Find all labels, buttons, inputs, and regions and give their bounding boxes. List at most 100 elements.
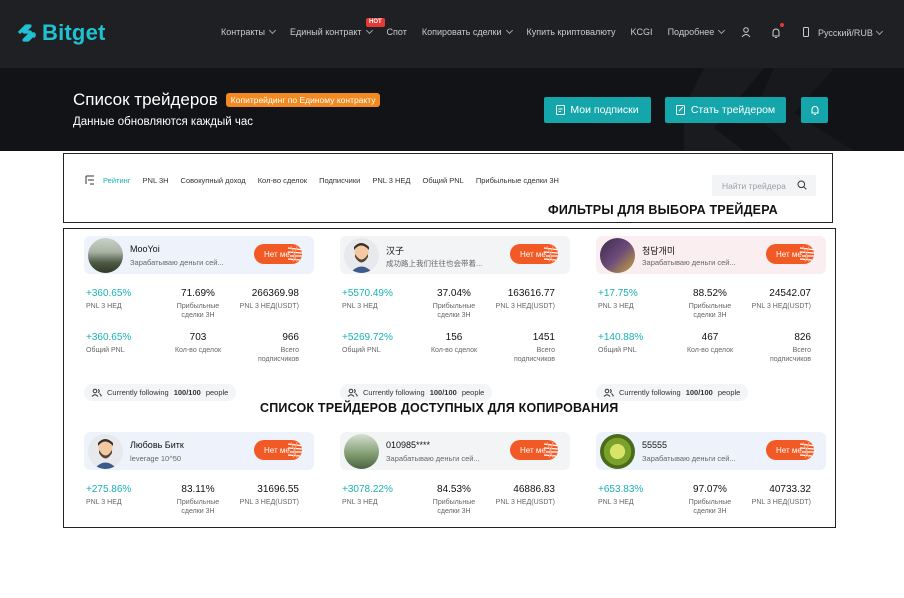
menu-label: Единый контракт — [289, 27, 362, 37]
menu-kcgi[interactable]: KCGI — [631, 27, 653, 37]
menu-label: KCGI — [630, 27, 653, 37]
mobile-icon[interactable] — [800, 26, 812, 38]
trader-card[interactable]: 010985**** Зарабатываю деньги сей... Нет… — [340, 432, 570, 598]
button-label: Нет ме — [264, 445, 290, 455]
stat-total-subscribers: 826 Всего подписчиков — [756, 332, 811, 364]
become-trader-button[interactable]: Стать трейдером — [665, 97, 786, 123]
avatar[interactable] — [88, 434, 123, 469]
copy-button-no-slots[interactable]: Нет ме — [510, 244, 558, 264]
stat-label: Всего подписчиков — [769, 347, 811, 363]
stat-pnl-3w: +275.86% PNL 3 НЕД — [86, 484, 131, 507]
logo-text: Bitget — [42, 20, 106, 45]
copy-button-no-slots[interactable]: Нет ме — [254, 244, 302, 264]
menu-spot[interactable]: Спот — [387, 27, 407, 37]
stat-value: 84.53% — [437, 484, 471, 495]
trader-card-header: 55555 Зарабатываю деньги сей... Нет ме — [596, 432, 826, 470]
stat-value: 1451 — [532, 332, 555, 343]
stat-value: 97.07% — [693, 484, 727, 495]
copy-button-no-slots[interactable]: Нет ме — [510, 440, 558, 460]
stat-profitable-trades: 83.11% Прибыльные сделки 3Н — [168, 484, 228, 516]
bell-icon[interactable] — [770, 23, 784, 38]
stat-value: 163616.77 — [507, 288, 555, 299]
tab-profitable-trades[interactable]: Прибыльные сделки 3Н — [476, 176, 559, 185]
chevron-down-icon — [268, 26, 277, 35]
avatar[interactable] — [344, 238, 379, 273]
follow-text: people — [461, 388, 485, 397]
trader-name[interactable]: 55555 — [642, 440, 667, 450]
chevron-down-icon — [718, 26, 726, 35]
stat-profitable-trades: 71.69% Прибыльные сделки 3Н — [168, 288, 228, 320]
menu-copy-trading[interactable]: Копировать сделки — [421, 26, 513, 37]
stat-label: PNL 3 НЕД — [342, 303, 378, 310]
stat-value: +360.65% — [86, 332, 132, 343]
avatar[interactable] — [600, 434, 635, 469]
hero-banner: Список трейдеров Копитрейдинг по Единому… — [0, 68, 904, 151]
menu-buy-crypto[interactable]: Купить криптовалюту — [527, 27, 616, 37]
stat-label: Кол-во сделок — [174, 347, 222, 354]
trader-card[interactable]: 汉子 成功路上我们往往也会带着... Нет ме +5570.49% PNL 3… — [340, 236, 570, 402]
stat-value: +360.65% — [86, 288, 132, 299]
copy-button-no-slots[interactable]: Нет ме — [254, 440, 302, 460]
stat-value: 71.69% — [181, 288, 215, 299]
stat-pnl-3w: +360.65% PNL 3 НЕД — [86, 288, 131, 311]
trader-card[interactable]: MooYoi Зарабатываю деньги сей... Нет ме … — [84, 236, 314, 402]
tab-total-pnl[interactable]: Общий PNL — [422, 176, 463, 185]
main-menu: Контракты Единый контракт HOT Спот Копиро… — [221, 18, 739, 37]
follow-count: 100/100 — [429, 388, 457, 397]
trader-card-header: MooYoi Зарабатываю деньги сей... Нет ме — [84, 236, 314, 274]
avatar[interactable] — [344, 434, 379, 469]
stat-label: Всего подписчиков — [257, 347, 299, 363]
fire-icon — [800, 442, 814, 458]
menu-more[interactable]: Подробнее — [668, 26, 726, 37]
language-selector[interactable]: Русский/RUB — [818, 27, 883, 38]
stat-trades-count: 467 Кол-во сделок — [680, 332, 740, 355]
user-icon[interactable] — [740, 26, 752, 38]
menu-unified-contract[interactable]: Единый контракт HOT — [289, 18, 385, 37]
stat-pnl-3w: +17.75% PNL 3 НЕД — [598, 288, 638, 311]
tab-pnl-3w[interactable]: PNL 3 НЕД — [372, 176, 410, 185]
tab-pnl-3d[interactable]: PNL 3Н — [143, 176, 169, 185]
trader-card[interactable]: 청담개미 Зарабатываю деньги сей... Нет ме +1… — [596, 236, 826, 402]
stat-label: PNL 3 НЕД(USDT) — [751, 303, 811, 310]
button-label: Нет ме — [776, 445, 802, 455]
stat-value: +17.75% — [598, 288, 638, 299]
chevron-down-icon — [505, 26, 513, 35]
trader-name[interactable]: 汉子 — [386, 244, 404, 257]
trader-card[interactable]: 55555 Зарабатываю деньги сей... Нет ме +… — [596, 432, 826, 598]
avatar[interactable] — [88, 238, 123, 273]
notifications-button[interactable] — [801, 97, 828, 123]
trader-name[interactable]: MooYoi — [130, 244, 160, 254]
bitget-logo[interactable]: Bitget — [16, 20, 106, 46]
trader-card-header: Любовь Битк leverage 10^50 Нет ме — [84, 432, 314, 470]
trader-description: leverage 10^50 — [130, 454, 182, 463]
stat-label: PNL 3 НЕД — [342, 499, 378, 506]
tab-trades-count[interactable]: Кол-во сделок — [258, 176, 307, 185]
trader-description: Зарабатываю деньги сей... — [386, 454, 480, 463]
stat-label: PNL 3 НЕД — [598, 499, 634, 506]
tab-rating[interactable]: Рейтинг — [103, 176, 131, 185]
trader-card[interactable]: Любовь Битк leverage 10^50 Нет ме +275.8… — [84, 432, 314, 598]
stat-pnl-3w: +653.83% PNL 3 НЕД — [598, 484, 643, 507]
filter-sort-icon[interactable] — [85, 175, 97, 185]
copy-button-no-slots[interactable]: Нет ме — [766, 440, 814, 460]
following-badge: Currently following 100/100 people — [596, 384, 749, 401]
trader-name[interactable]: 010985**** — [386, 440, 430, 450]
avatar[interactable] — [600, 238, 635, 273]
tab-total-income[interactable]: Совокупный доход — [181, 176, 246, 185]
stat-label: PNL 3 НЕД(USDT) — [495, 303, 555, 310]
fire-icon — [288, 442, 302, 458]
avatar-illustration — [350, 243, 373, 273]
trader-name[interactable]: Любовь Битк — [130, 440, 184, 450]
menu-label: Копировать сделки — [421, 27, 502, 37]
stat-value: 40733.32 — [769, 484, 811, 495]
trader-name[interactable]: 청담개미 — [642, 244, 675, 257]
trader-search-input[interactable]: Найти трейдера — [712, 175, 816, 196]
my-subscriptions-button[interactable]: Мои подписки — [544, 97, 651, 123]
stat-label: PNL 3 НЕД — [598, 303, 634, 310]
stat-profitable-trades: 88.52% Прибыльные сделки 3Н — [680, 288, 740, 320]
stat-value: +5269.72% — [342, 332, 393, 343]
tab-subscribers[interactable]: Подписчики — [319, 176, 360, 185]
stat-total-pnl: +5269.72% Общий PNL — [342, 332, 393, 355]
copy-button-no-slots[interactable]: Нет ме — [766, 244, 814, 264]
menu-contracts[interactable]: Контракты — [221, 26, 277, 37]
